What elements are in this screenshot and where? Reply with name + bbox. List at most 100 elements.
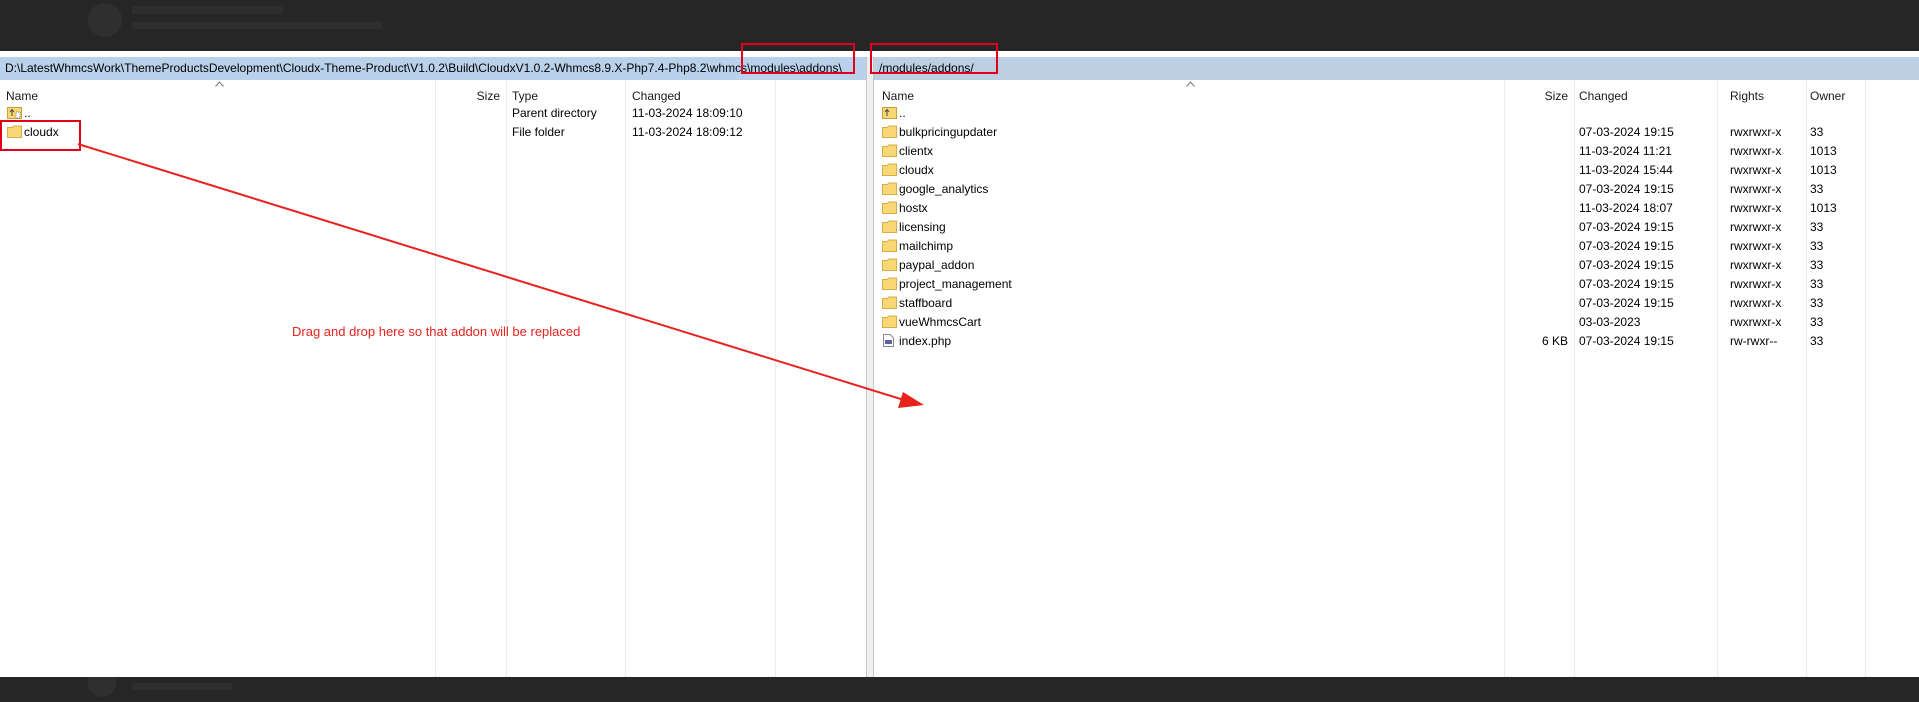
file-size (1508, 181, 1568, 197)
file-owner: 1013 (1810, 201, 1837, 215)
column-header-owner[interactable]: Owner (1810, 89, 1845, 105)
column-header-changed[interactable]: Changed (1579, 89, 1628, 105)
file-size (1508, 105, 1568, 121)
file-rights: rwxrwxr-x (1730, 182, 1782, 196)
file-changed: 07-03-2024 19:15 (1579, 258, 1674, 272)
file-size (1508, 162, 1568, 178)
file-size (1508, 238, 1568, 254)
parent-dir-icon (7, 107, 22, 119)
file-owner: 33 (1810, 125, 1824, 139)
file-rights: rwxrwxr-x (1730, 220, 1782, 234)
file-changed: 11-03-2024 11:21 (1579, 144, 1672, 158)
file-rights: rwxrwxr-x (1730, 163, 1782, 177)
column-divider (1504, 80, 1505, 677)
avatar (88, 677, 116, 697)
file-name: google_analytics (899, 182, 989, 196)
column-divider (775, 80, 776, 677)
column-divider (1717, 80, 1718, 677)
drag-drop-note: Drag and drop here so that addon will be… (292, 324, 581, 339)
file-size (1508, 124, 1568, 140)
folder-icon (882, 277, 897, 290)
local-path-text: D:\LatestWhmcsWork\ThemeProductsDevelopm… (5, 61, 842, 75)
column-divider (1806, 80, 1807, 677)
file-size (1508, 257, 1568, 273)
file-changed: 11-03-2024 18:09:10 (632, 106, 743, 120)
folder-icon (882, 258, 897, 271)
file-name: .. (899, 106, 906, 120)
file-name: licensing (899, 220, 946, 234)
folder-icon (882, 220, 897, 233)
column-header-name[interactable]: Name (6, 89, 38, 105)
folder-icon (882, 163, 897, 176)
file-size (1508, 276, 1568, 292)
file-name: vueWhmcsCart (899, 315, 982, 329)
file-owner: 33 (1810, 239, 1824, 253)
folder-icon (882, 239, 897, 252)
file-type: Parent directory (512, 106, 597, 120)
highlight-cloudx-folder (0, 120, 81, 151)
file-rights: rwxrwxr-x (1730, 258, 1782, 272)
column-divider (506, 80, 507, 677)
file-owner: 33 (1810, 296, 1824, 310)
file-rights: rwxrwxr-x (1730, 315, 1782, 329)
file-changed: 07-03-2024 19:15 (1579, 239, 1674, 253)
column-divider (1574, 80, 1575, 677)
file-size (1508, 314, 1568, 330)
panel-splitter[interactable] (866, 57, 874, 677)
folder-icon (882, 315, 897, 328)
remote-file-panel[interactable]: Name Size Changed Rights Owner .. bulkpri… (874, 80, 1919, 677)
local-path-bar[interactable]: D:\LatestWhmcsWork\ThemeProductsDevelopm… (0, 57, 868, 80)
file-changed: 07-03-2024 19:15 (1579, 277, 1674, 291)
file-size: 6 KB (1541, 334, 1568, 348)
file-name: cloudx (899, 163, 934, 177)
remote-path-bar[interactable]: /modules/addons/ (872, 57, 1919, 80)
file-changed: 11-03-2024 15:44 (1579, 163, 1673, 177)
file-changed: 11-03-2024 18:09:12 (632, 125, 743, 139)
folder-icon (882, 125, 897, 138)
file-rights: rwxrwxr-x (1730, 239, 1782, 253)
column-header-rights[interactable]: Rights (1730, 89, 1764, 105)
column-header-name[interactable]: Name (882, 89, 914, 105)
folder-icon (882, 201, 897, 214)
file-owner: 33 (1810, 315, 1824, 329)
sort-ascending-icon[interactable] (1186, 81, 1195, 87)
file-name: project_management (899, 277, 1012, 291)
file-changed: 07-03-2024 19:15 (1579, 220, 1674, 234)
file-rights: rwxrwxr-x (1730, 125, 1782, 139)
file-rights: rwxrwxr-x (1730, 144, 1782, 158)
column-divider (435, 80, 436, 677)
file-rights: rw-rwxr-- (1730, 334, 1778, 348)
local-file-panel[interactable]: Name Size Type Changed .. Parent directo… (0, 80, 866, 677)
file-changed: 07-03-2024 19:15 (1579, 125, 1674, 139)
column-header-changed[interactable]: Changed (632, 89, 681, 105)
avatar (88, 3, 122, 37)
file-name: clientx (899, 144, 934, 158)
file-size (1508, 219, 1568, 235)
file-owner: 33 (1810, 277, 1824, 291)
file-rights: rwxrwxr-x (1730, 277, 1782, 291)
file-changed: 11-03-2024 18:07 (1579, 201, 1673, 215)
subtitle-placeholder (132, 22, 382, 29)
folder-icon (882, 144, 897, 157)
folder-icon (882, 296, 897, 309)
file-owner: 33 (1810, 258, 1824, 272)
column-header-size[interactable]: Size (440, 89, 500, 105)
sort-ascending-icon[interactable] (215, 81, 224, 87)
file-owner: 33 (1810, 220, 1824, 234)
column-divider (1865, 80, 1866, 677)
highlight-remote-path (870, 43, 998, 74)
column-header-size[interactable]: Size (1508, 89, 1568, 105)
file-rights: rwxrwxr-x (1730, 201, 1782, 215)
file-type: File folder (512, 125, 565, 139)
file-size (1508, 143, 1568, 159)
parent-dir-icon (882, 107, 897, 119)
file-name: hostx (899, 201, 928, 215)
column-divider (625, 80, 626, 677)
file-name: staffboard (899, 296, 953, 310)
folder-icon (882, 182, 897, 195)
column-header-type[interactable]: Type (512, 89, 538, 105)
file-changed: 03-03-2023 (1579, 315, 1641, 329)
file-owner: 1013 (1810, 163, 1837, 177)
file-size (1508, 200, 1568, 216)
file-size (1508, 295, 1568, 311)
